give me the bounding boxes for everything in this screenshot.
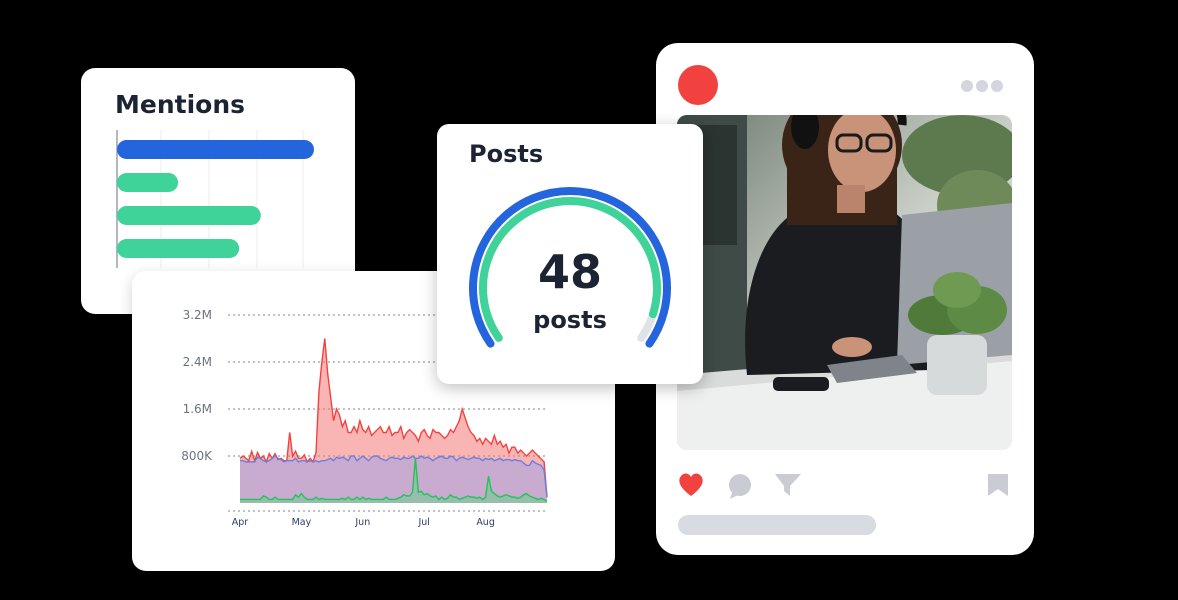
posts-count: 48 [537,245,602,299]
x-tick-label: Aug [476,517,495,528]
mentions-bar [117,140,314,159]
mentions-bar [117,173,179,192]
posts-card: Posts 48 posts [437,124,703,384]
post-actions [678,471,1013,501]
comment-icon[interactable] [729,474,751,499]
social-post-card [656,43,1034,555]
caption-placeholder [678,515,876,535]
heart-icon[interactable] [679,473,703,496]
send-icon[interactable] [775,474,801,496]
y-tick-label: 800K [181,449,213,463]
profile-avatar[interactable] [678,65,718,105]
x-tick-label: Jul [417,517,429,528]
posts-unit: posts [533,306,607,334]
more-options-icon[interactable] [961,77,1007,92]
x-tick-label: Apr [232,517,249,528]
series-area [240,456,547,503]
y-tick-label: 1.6M [183,402,212,416]
mentions-bar [117,206,261,225]
x-tick-label: Jun [354,517,370,528]
x-tick-label: May [292,517,312,528]
y-tick-label: 2.4M [183,355,212,369]
post-photo [677,115,1012,450]
y-tick-label: 3.2M [183,308,212,322]
bookmark-icon[interactable] [988,474,1008,496]
mentions-bar [117,239,240,258]
